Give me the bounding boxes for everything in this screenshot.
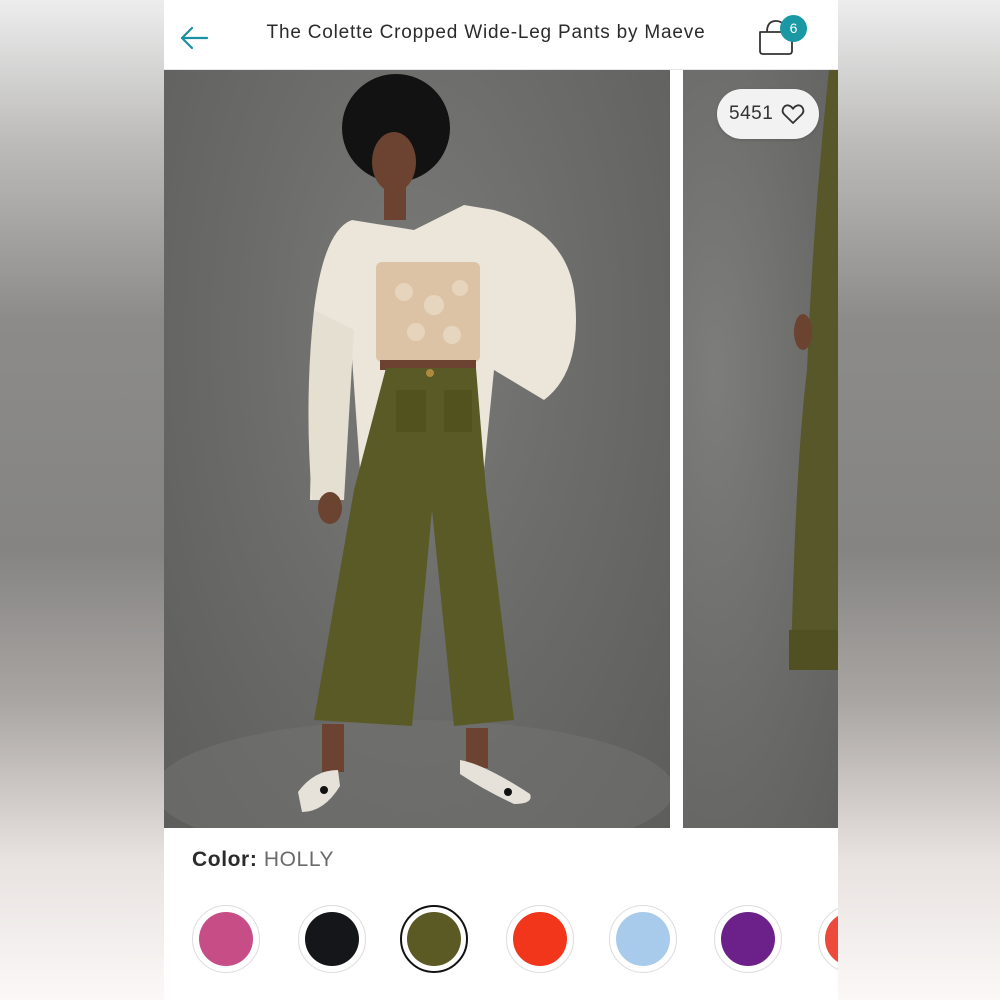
swatch-fill — [199, 912, 253, 966]
model-photo — [164, 74, 670, 828]
swatch-fill — [721, 912, 775, 966]
background-blur-left — [0, 0, 164, 1000]
swatch-fill — [305, 912, 359, 966]
favorite-button[interactable]: 5451 — [717, 89, 819, 139]
color-selection-label: Color: HOLLY — [192, 848, 334, 872]
background-blur-right — [838, 0, 1000, 1000]
swatch-coral[interactable] — [818, 905, 838, 973]
favorite-count: 5451 — [729, 103, 774, 124]
color-label: Color: — [192, 848, 258, 871]
product-image-main[interactable] — [164, 70, 670, 828]
color-swatch-list — [164, 900, 838, 980]
image-carousel[interactable]: 5451 — [164, 70, 838, 830]
selected-color-name: HOLLY — [263, 848, 335, 871]
product-image-next[interactable] — [683, 70, 838, 828]
swatch-fill — [616, 912, 670, 966]
swatch-holly[interactable] — [400, 905, 468, 973]
swatch-fill — [825, 912, 838, 966]
swatch-black[interactable] — [298, 905, 366, 973]
arrow-left-icon — [180, 26, 209, 50]
model-side-photo — [789, 70, 838, 670]
swatch-purple[interactable] — [714, 905, 782, 973]
swatch-fill — [513, 912, 567, 966]
swatch-fill — [407, 912, 461, 966]
swatch-pink[interactable] — [192, 905, 260, 973]
product-screen: The Colette Cropped Wide-Leg Pants by Ma… — [164, 0, 838, 1000]
swatch-light-blue[interactable] — [609, 905, 677, 973]
swatch-red[interactable] — [506, 905, 574, 973]
cart-count-badge: 6 — [780, 15, 807, 42]
page-title: The Colette Cropped Wide-Leg Pants by Ma… — [266, 22, 706, 43]
heart-outline-icon — [781, 104, 805, 124]
back-button[interactable] — [178, 20, 212, 54]
top-bar: The Colette Cropped Wide-Leg Pants by Ma… — [164, 0, 838, 70]
